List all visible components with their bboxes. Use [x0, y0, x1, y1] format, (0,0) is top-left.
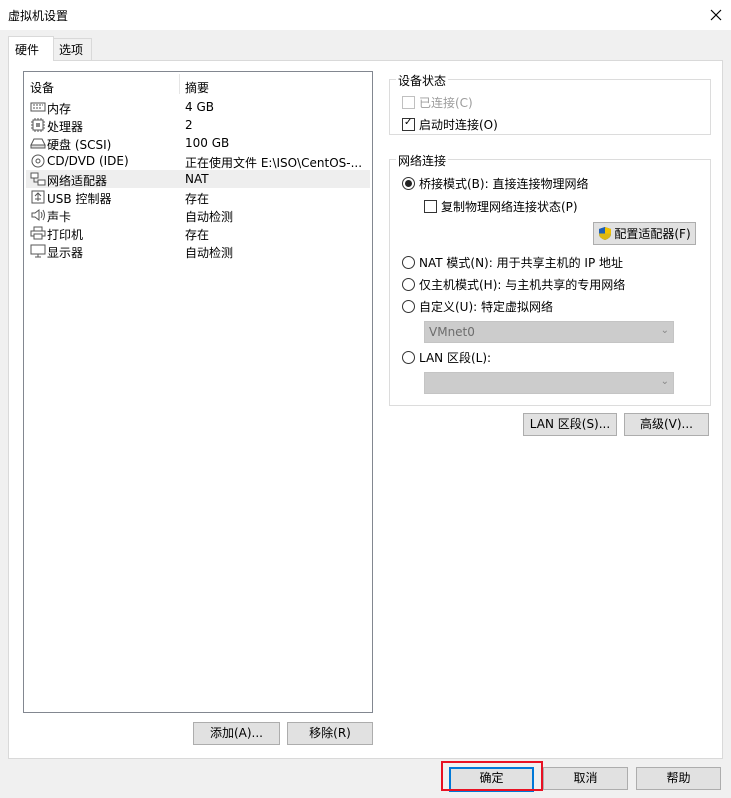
hard-disk-icon: [30, 138, 46, 149]
column-header-summary[interactable]: 摘要: [185, 79, 209, 96]
column-header-device[interactable]: 设备: [30, 79, 54, 96]
custom-network-value: VMnet0: [429, 325, 475, 339]
connect-at-power-on-label: 启动时连接(O): [419, 118, 498, 132]
device-summary: 正在使用文件 E:\ISO\CentOS-...: [185, 156, 363, 170]
device-status-group: 设备状态 已连接(C) ✓ 启动时连接(O): [389, 72, 711, 135]
tab-hardware[interactable]: 硬件: [8, 36, 54, 61]
network-adapter-icon: [30, 172, 46, 186]
device-list[interactable]: 设备 摘要 内存 4 GB 处理器 2 硬盘 (SCSI) 100 GB CD/…: [23, 71, 373, 713]
network-connection-group: 网络连接 桥接模式(B): 直接连接物理网络 复制物理网络连接状态(P) 配置适…: [389, 152, 711, 406]
hardware-panel: 设备 摘要 内存 4 GB 处理器 2 硬盘 (SCSI) 100 GB CD/…: [8, 60, 723, 759]
help-button[interactable]: 帮助: [636, 767, 721, 790]
device-row-usb-controller[interactable]: USB 控制器 存在: [26, 188, 370, 206]
checkbox-icon: [424, 200, 437, 213]
lan-segments-button[interactable]: LAN 区段(S)...: [523, 413, 617, 436]
custom-radio[interactable]: 自定义(U): 特定虚拟网络: [402, 298, 553, 315]
printer-icon: [30, 226, 46, 240]
device-status-title: 设备状态: [396, 72, 449, 89]
cancel-button[interactable]: 取消: [543, 767, 628, 790]
shield-icon: [599, 227, 612, 240]
replicate-state-checkbox[interactable]: 复制物理网络连接状态(P): [424, 198, 578, 215]
device-summary: 存在: [185, 228, 210, 242]
chevron-down-icon: ⌄: [660, 376, 669, 387]
title-bar: 虚拟机设置: [0, 0, 731, 30]
device-summary: NAT: [185, 172, 209, 186]
custom-network-select[interactable]: VMnet0 ⌄: [424, 321, 674, 343]
window-title: 虚拟机设置: [8, 9, 69, 23]
network-connection-title: 网络连接: [396, 152, 449, 169]
remove-device-button[interactable]: 移除(R): [287, 722, 373, 745]
bridged-radio[interactable]: 桥接模式(B): 直接连接物理网络: [402, 175, 588, 192]
device-name: 打印机: [47, 228, 84, 242]
close-icon: [710, 9, 722, 21]
cd-dvd-icon: [31, 154, 45, 168]
device-row-printer[interactable]: 打印机 存在: [26, 224, 370, 242]
nat-label: NAT 模式(N): 用于共享主机的 IP 地址: [419, 256, 624, 270]
connected-checkbox[interactable]: 已连接(C): [402, 94, 473, 111]
usb-icon: [31, 190, 45, 204]
tab-options[interactable]: 选项: [52, 38, 92, 61]
device-summary: 存在: [185, 192, 210, 206]
device-row-hard-disk[interactable]: 硬盘 (SCSI) 100 GB: [26, 134, 370, 152]
device-name: USB 控制器: [47, 192, 112, 206]
custom-label: 自定义(U): 特定虚拟网络: [419, 300, 554, 314]
device-row-cd-dvd[interactable]: CD/DVD (IDE) 正在使用文件 E:\ISO\CentOS-...: [26, 152, 370, 170]
host-only-radio[interactable]: 仅主机模式(H): 与主机共享的专用网络: [402, 276, 625, 293]
device-summary: 4 GB: [185, 100, 214, 114]
configure-adapters-button[interactable]: 配置适配器(F): [593, 222, 696, 245]
configure-adapters-label: 配置适配器(F): [614, 226, 691, 241]
device-row-display[interactable]: 显示器 自动检测: [26, 242, 370, 260]
device-row-network-adapter[interactable]: 网络适配器 NAT: [26, 170, 370, 188]
connected-label: 已连接(C): [419, 96, 473, 110]
device-name: 声卡: [47, 210, 72, 224]
radio-icon: [402, 256, 415, 269]
bridged-label: 桥接模式(B): 直接连接物理网络: [419, 177, 589, 191]
device-list-header: 设备 摘要: [24, 72, 372, 96]
device-summary: 100 GB: [185, 136, 230, 150]
device-summary: 2: [185, 118, 193, 132]
host-only-label: 仅主机模式(H): 与主机共享的专用网络: [419, 278, 626, 292]
processor-icon: [31, 118, 45, 132]
device-name: 内存: [47, 102, 72, 116]
display-icon: [30, 244, 46, 258]
device-row-processor[interactable]: 处理器 2: [26, 116, 370, 134]
lan-segment-label: LAN 区段(L):: [419, 351, 492, 365]
nat-radio[interactable]: NAT 模式(N): 用于共享主机的 IP 地址: [402, 254, 623, 271]
device-row-sound-card[interactable]: 声卡 自动检测: [26, 206, 370, 224]
connect-at-power-on-checkbox[interactable]: ✓ 启动时连接(O): [402, 116, 498, 133]
device-name: 处理器: [47, 120, 84, 134]
radio-icon: [402, 300, 415, 313]
device-name: 硬盘 (SCSI): [47, 138, 112, 152]
lan-segment-radio[interactable]: LAN 区段(L):: [402, 349, 491, 366]
memory-icon: [30, 102, 46, 112]
device-name: 网络适配器: [47, 174, 108, 188]
checkbox-icon: [402, 96, 415, 109]
device-summary: 自动检测: [185, 246, 234, 260]
chevron-down-icon: ⌄: [660, 325, 669, 336]
radio-icon: [402, 278, 415, 291]
device-name: CD/DVD (IDE): [47, 154, 129, 168]
radio-selected-icon: [402, 177, 415, 190]
close-button[interactable]: [701, 0, 731, 30]
device-row-memory[interactable]: 内存 4 GB: [26, 98, 370, 116]
advanced-button[interactable]: 高级(V)...: [624, 413, 709, 436]
ok-button-highlight: [441, 761, 543, 791]
add-device-button[interactable]: 添加(A)...: [193, 722, 280, 745]
checkbox-checked-icon: ✓: [402, 117, 415, 131]
device-name: 显示器: [47, 246, 84, 260]
radio-icon: [402, 351, 415, 364]
lan-segment-select[interactable]: ⌄: [424, 372, 674, 394]
device-summary: 自动检测: [185, 210, 234, 224]
sound-icon: [31, 209, 45, 221]
replicate-state-label: 复制物理网络连接状态(P): [441, 200, 578, 214]
